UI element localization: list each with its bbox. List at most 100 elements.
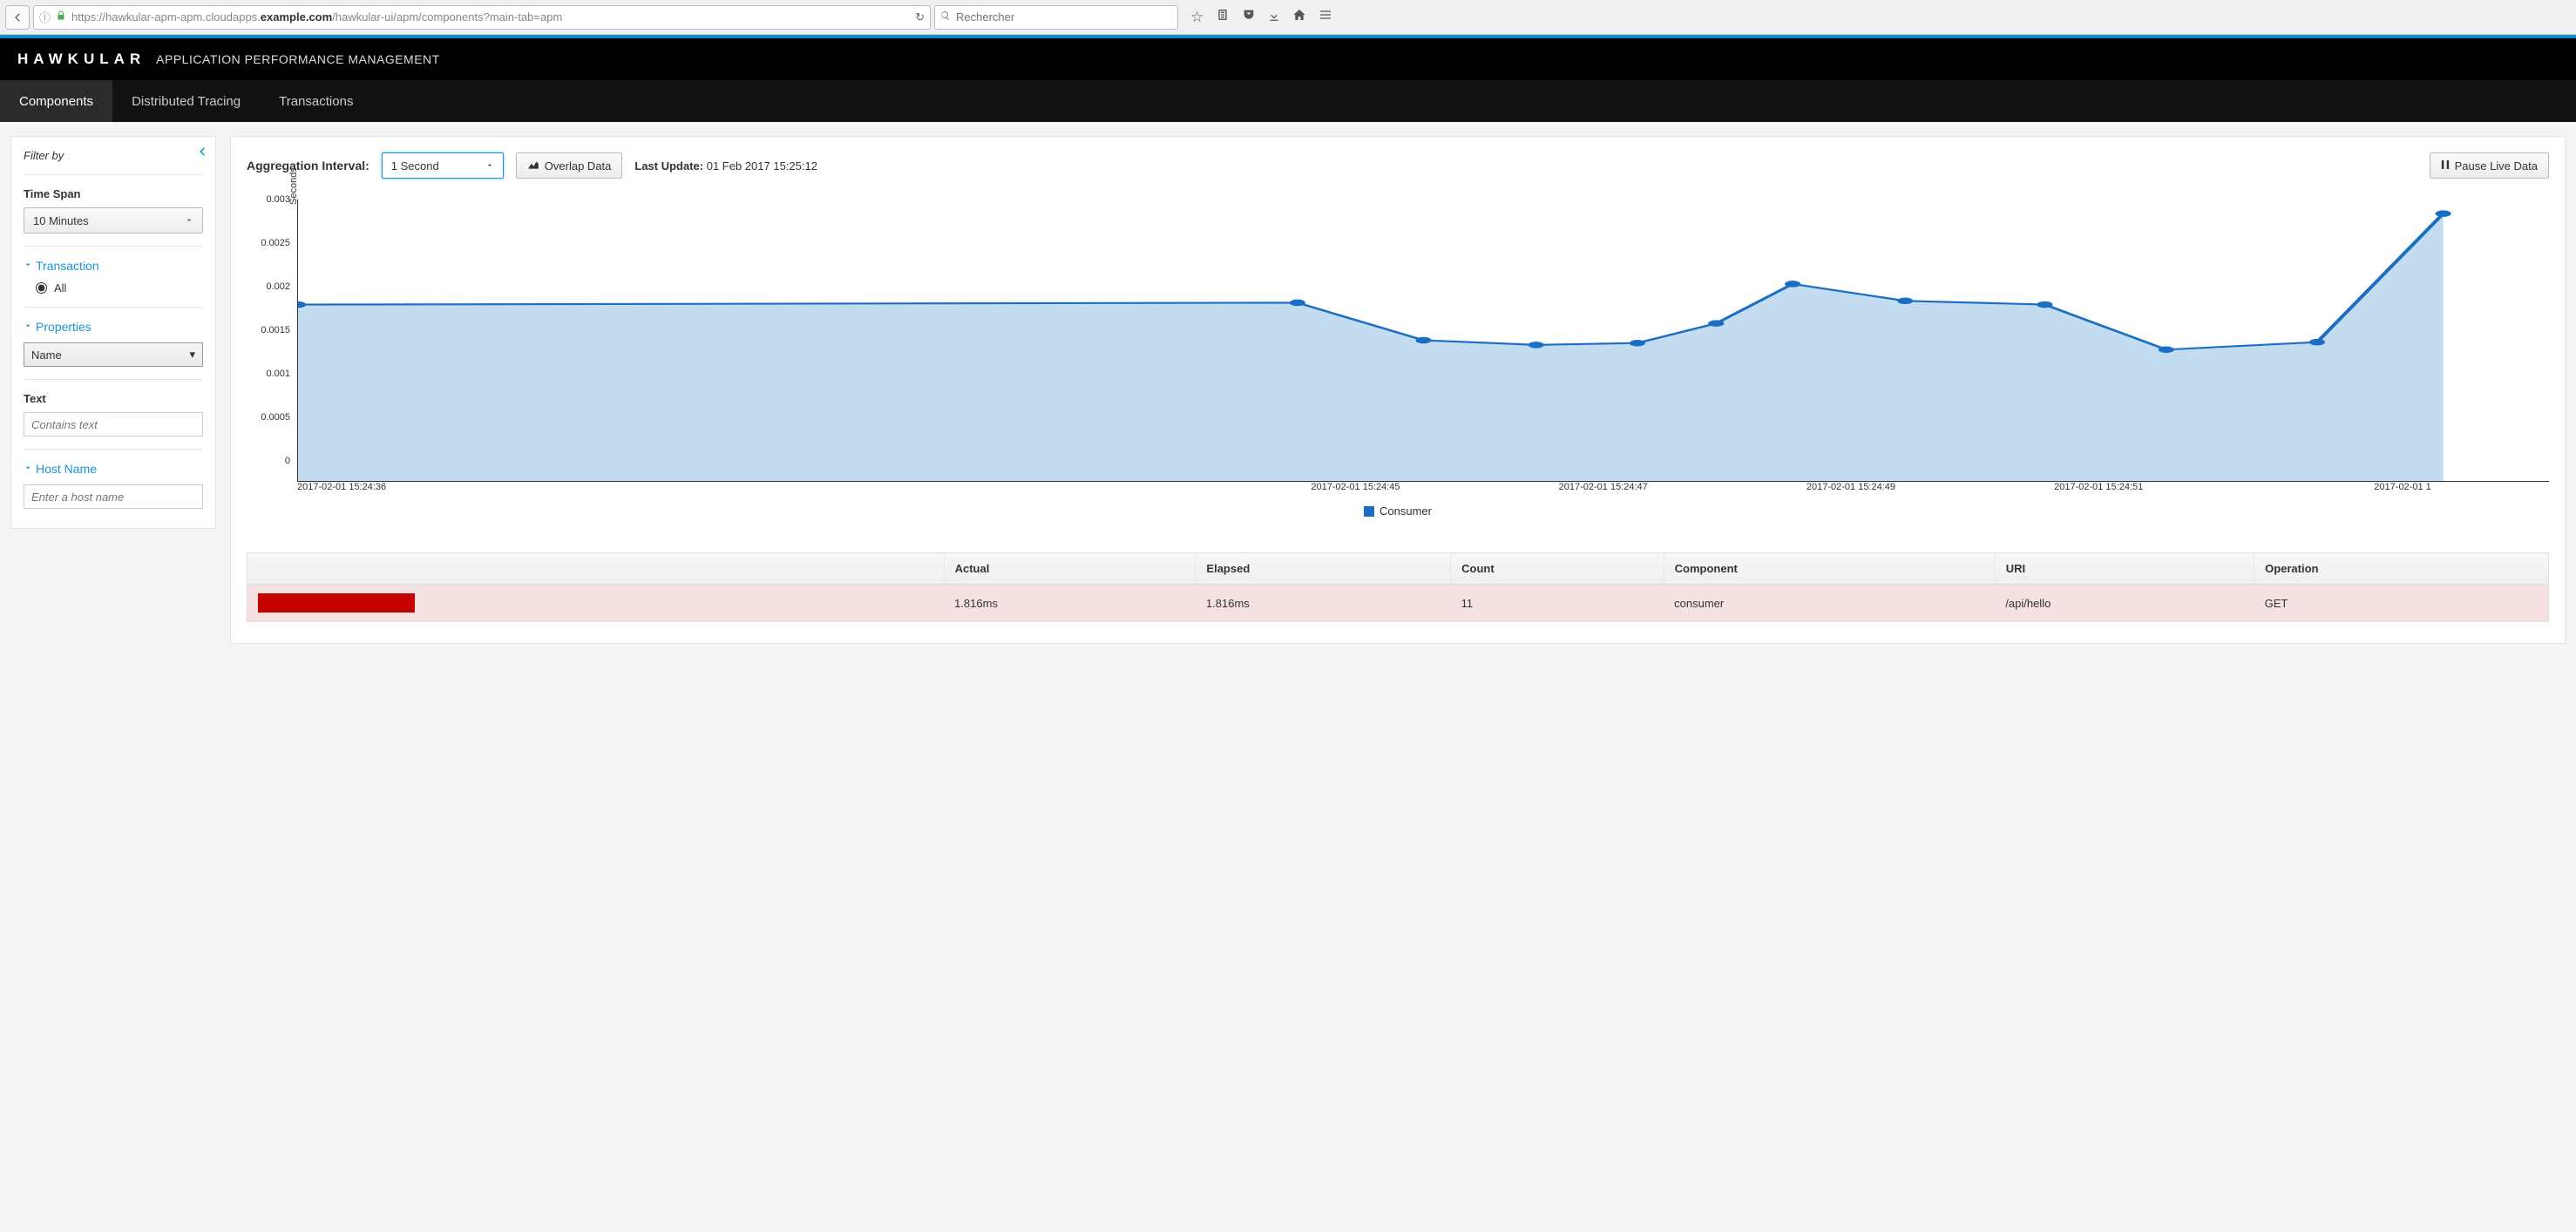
text-filter-input[interactable] [24, 412, 203, 437]
chevron-down-icon [485, 159, 494, 173]
y-tick: 0 [285, 456, 290, 466]
table-header: Actual Elapsed Count Component URI Opera… [247, 553, 2549, 585]
overlap-data-label: Overlap Data [545, 159, 612, 173]
aggregation-value: 1 Second [391, 159, 439, 173]
info-icon: ⓘ [39, 9, 51, 25]
x-tick: 2017-02-01 15:24:47 [1559, 482, 1648, 492]
aggregation-label: Aggregation Interval: [247, 159, 369, 173]
table-header-actual[interactable]: Actual [944, 553, 1196, 585]
properties-value: Name [31, 349, 62, 362]
arrow-left-icon [11, 11, 24, 24]
hostname-section-toggle[interactable]: Host Name [24, 462, 203, 476]
tab-transactions[interactable]: Transactions [260, 80, 372, 122]
legend-label: Consumer [1380, 504, 1432, 518]
chevron-down-icon [24, 261, 32, 272]
time-span-value: 10 Minutes [33, 214, 89, 227]
legend-swatch [1364, 506, 1374, 517]
text-filter-label: Text [24, 392, 203, 405]
star-icon[interactable]: ☆ [1190, 9, 1203, 26]
table-header-color[interactable] [247, 553, 945, 585]
area-chart-icon [527, 159, 539, 173]
tab-components[interactable]: Components [0, 80, 112, 122]
last-update-label: Last Update: [634, 159, 706, 173]
menu-icon[interactable] [1319, 8, 1332, 26]
cell-operation: GET [2254, 585, 2549, 622]
content-panel: Aggregation Interval: 1 Second Overlap D… [230, 136, 2566, 644]
data-table: Actual Elapsed Count Component URI Opera… [247, 552, 2549, 622]
row-color-swatch [258, 593, 415, 613]
y-tick: 0.003 [266, 194, 290, 205]
filter-by-label: Filter by [24, 149, 203, 162]
properties-select[interactable]: Name ▾ [24, 342, 203, 367]
cell-elapsed: 1.816ms [1196, 585, 1451, 622]
tab-distributed-tracing[interactable]: Distributed Tracing [112, 80, 260, 122]
table-header-count[interactable]: Count [1451, 553, 1664, 585]
browser-search[interactable] [934, 5, 1178, 30]
divider [24, 449, 203, 450]
pause-live-data-label: Pause Live Data [2455, 159, 2538, 173]
cell-uri: /api/hello [1995, 585, 2254, 622]
hostname-label: Host Name [36, 462, 97, 476]
transaction-all-radio[interactable]: All [36, 281, 203, 294]
lock-icon [56, 10, 66, 24]
chart-plot-area[interactable] [297, 200, 2549, 482]
transaction-section-toggle[interactable]: Transaction [24, 259, 203, 273]
home-icon[interactable] [1292, 8, 1306, 26]
y-tick: 0.0025 [261, 238, 290, 248]
last-update-value: 01 Feb 2017 15:25:12 [707, 159, 817, 173]
x-tick: 2017-02-01 15:24:49 [1807, 482, 1895, 492]
transaction-label: Transaction [36, 259, 99, 273]
chevron-down-icon [24, 464, 32, 475]
url-text: https://hawkular-apm-apm.cloudapps.examp… [71, 10, 910, 24]
search-icon [940, 10, 951, 24]
url-bar[interactable]: ⓘ https://hawkular-apm-apm.cloudapps.exa… [33, 5, 931, 30]
y-tick: 0.0005 [261, 412, 290, 423]
x-tick: 2017-02-01 1 [2374, 482, 2430, 492]
time-span-select[interactable]: 10 Minutes [24, 207, 203, 234]
table-header-component[interactable]: Component [1664, 553, 1995, 585]
main-nav: Components Distributed Tracing Transacti… [0, 80, 2576, 122]
properties-section-toggle[interactable]: Properties [24, 320, 203, 334]
chart: Seconds 00.00050.0010.00150.0020.00250.0… [247, 194, 2549, 482]
content-toolbar: Aggregation Interval: 1 Second Overlap D… [247, 152, 2549, 179]
y-tick: 0.0015 [261, 325, 290, 335]
last-update: Last Update: 01 Feb 2017 15:25:12 [634, 159, 817, 173]
table-header-operation[interactable]: Operation [2254, 553, 2549, 585]
x-tick: 2017-02-01 15:24:36 [297, 482, 386, 492]
chevron-down-icon [185, 214, 193, 227]
refresh-icon[interactable]: ↻ [915, 10, 925, 24]
app-subtitle: APPLICATION PERFORMANCE MANAGEMENT [156, 52, 440, 66]
browser-toolbar: ⓘ https://hawkular-apm-apm.cloudapps.exa… [0, 0, 2576, 35]
divider [24, 379, 203, 380]
cell-component: consumer [1664, 585, 1995, 622]
chevron-down-icon: ▾ [189, 348, 195, 362]
pause-live-data-button[interactable]: Pause Live Data [2430, 152, 2549, 179]
divider [24, 246, 203, 247]
time-span-label: Time Span [24, 187, 203, 200]
table-header-uri[interactable]: URI [1995, 553, 2254, 585]
table-header-elapsed[interactable]: Elapsed [1196, 553, 1451, 585]
transaction-all-radio-input[interactable] [36, 282, 47, 294]
clipboard-icon[interactable] [1216, 8, 1230, 26]
back-button[interactable] [5, 5, 30, 30]
pocket-icon[interactable] [1242, 8, 1256, 26]
brand-logo: HAWKULAR [17, 51, 146, 68]
aggregation-select[interactable]: 1 Second [382, 152, 504, 179]
collapse-sidebar-button[interactable] [196, 144, 208, 162]
pause-icon [2441, 159, 2450, 173]
chart-x-axis: 2017-02-01 15:24:36 2017-02-01 15:24:45 20… [297, 482, 2549, 498]
table-row[interactable]: 1.816ms 1.816ms 11 consumer /api/hello G… [247, 585, 2549, 622]
chart-svg [298, 200, 2549, 481]
divider [24, 174, 203, 175]
x-tick: 2017-02-01 15:24:51 [2054, 482, 2143, 492]
cell-actual: 1.816ms [944, 585, 1196, 622]
download-icon[interactable] [1268, 9, 1280, 26]
chart-legend: Consumer [247, 504, 2549, 518]
overlap-data-button[interactable]: Overlap Data [516, 152, 623, 179]
filter-sidebar: Filter by Time Span 10 Minutes Transacti… [10, 136, 216, 529]
y-tick: 0.002 [266, 281, 290, 292]
browser-search-input[interactable] [956, 10, 1172, 24]
x-tick: 2017-02-01 15:24:45 [1311, 482, 1400, 492]
properties-label: Properties [36, 320, 92, 334]
hostname-input[interactable] [24, 484, 203, 509]
